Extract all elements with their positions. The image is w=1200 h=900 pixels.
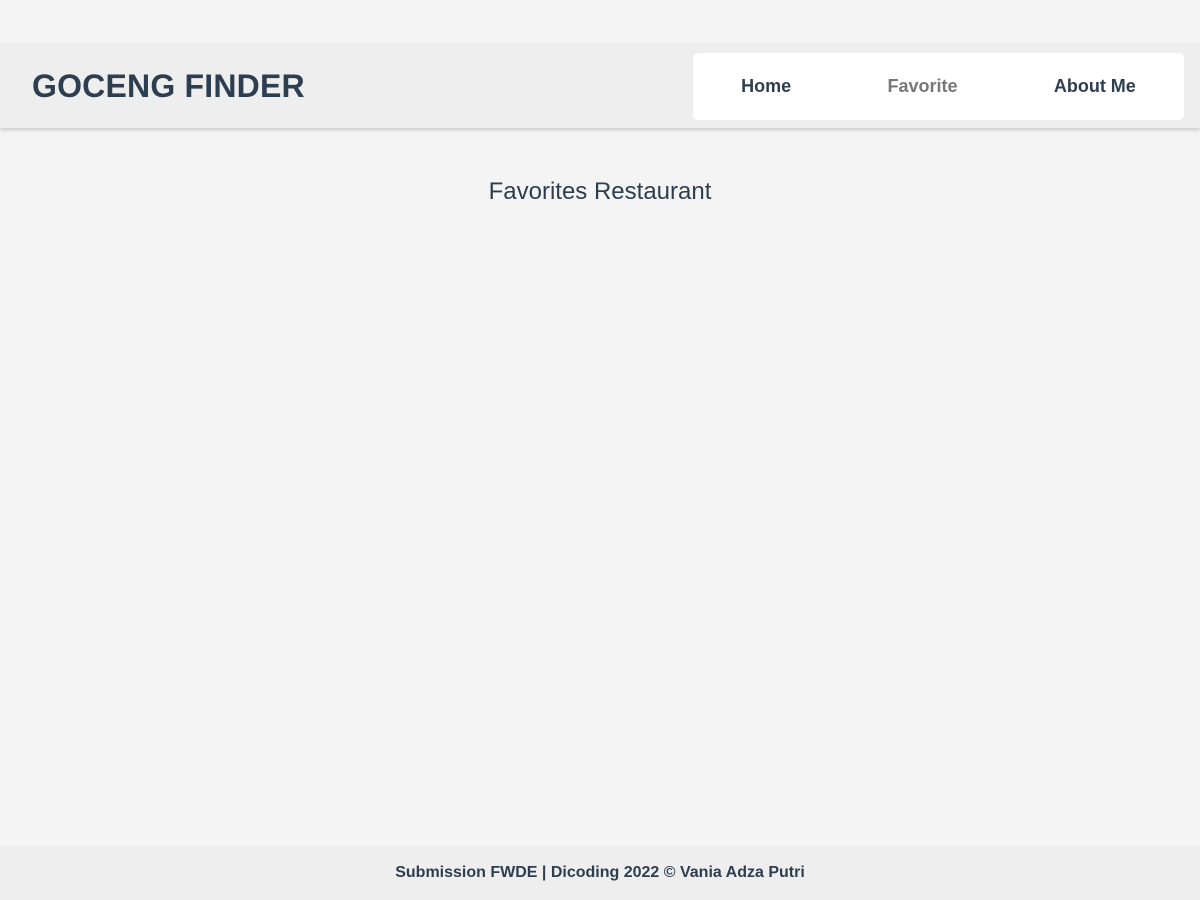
- app-footer: Submission FWDE | Dicoding 2022 © Vania …: [0, 846, 1200, 900]
- favorite-restaurant-list: [32, 238, 1168, 798]
- nav-item-home[interactable]: Home: [723, 66, 809, 107]
- nav-item-favorite[interactable]: Favorite: [869, 66, 975, 107]
- nav-item-about-me[interactable]: About Me: [1036, 66, 1154, 107]
- footer-text: Submission FWDE | Dicoding 2022 © Vania …: [395, 864, 805, 881]
- main-content: Favorites Restaurant: [0, 128, 1200, 846]
- top-spacer: [0, 0, 1200, 44]
- main-nav: Home Favorite About Me: [693, 53, 1184, 120]
- app-header: GOCENG FINDER Home Favorite About Me: [0, 44, 1200, 128]
- page-title: Favorites Restaurant: [488, 178, 712, 205]
- brand-logo-text[interactable]: GOCENG FINDER: [32, 44, 305, 128]
